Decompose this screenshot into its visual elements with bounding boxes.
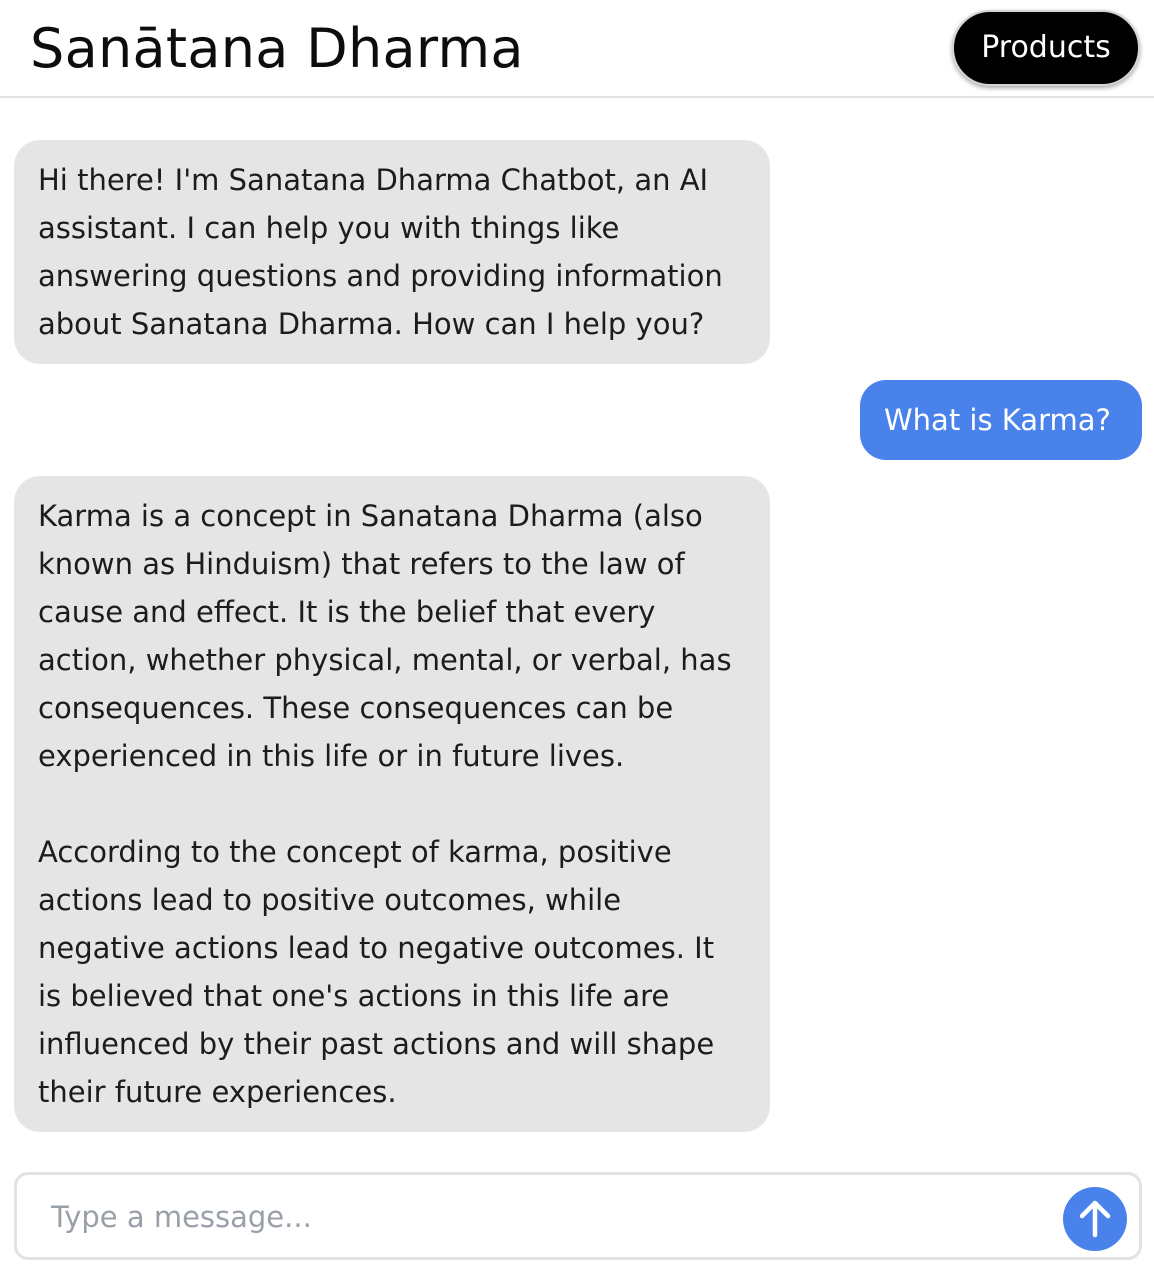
message-composer (14, 1172, 1142, 1260)
message-input[interactable] (35, 1183, 1087, 1251)
bot-message: Karma is a concept in Sanatana Dharma (a… (14, 476, 770, 1132)
header: Sanātana Dharma Products (0, 0, 1154, 98)
send-button[interactable] (1063, 1187, 1127, 1251)
products-button[interactable]: Products (952, 10, 1140, 86)
page-title: Sanātana Dharma (30, 17, 524, 80)
user-message: What is Karma? (860, 380, 1142, 460)
chat-thread: Hi there! I'm Sanatana Dharma Chatbot, a… (0, 100, 1154, 1160)
bot-message: Hi there! I'm Sanatana Dharma Chatbot, a… (14, 140, 770, 364)
arrow-up-icon (1079, 1200, 1111, 1238)
